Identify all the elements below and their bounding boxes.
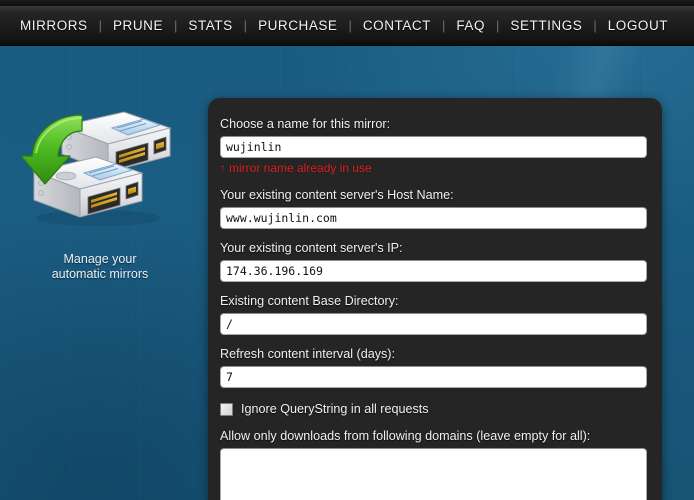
mirror-settings-panel: Choose a name for this mirror: ↑mirror n… xyxy=(208,98,662,500)
mirror-name-error: ↑ mirror name already in use xyxy=(220,161,640,176)
server-ip-input[interactable] xyxy=(220,260,647,282)
field-refresh-interval: Refresh content interval (days): xyxy=(220,346,647,388)
field-allowed-domains: Allow only downloads from following doma… xyxy=(220,428,647,500)
ignore-querystring-label: Ignore QueryString in all requests xyxy=(241,402,429,416)
base-directory-label: Existing content Base Directory: xyxy=(220,294,399,308)
sidebar-caption-line1: Manage your xyxy=(63,252,137,266)
nav-item-stats[interactable]: STATS xyxy=(178,18,242,33)
nav-item-faq[interactable]: FAQ xyxy=(446,18,495,33)
field-base-directory: Existing content Base Directory: xyxy=(220,293,647,335)
mirror-name-input[interactable] xyxy=(220,136,647,158)
base-directory-input[interactable] xyxy=(220,313,647,335)
mirror-name-error-text: mirror name already in use xyxy=(229,161,372,175)
allowed-domains-textarea[interactable] xyxy=(220,448,647,500)
mirror-name-label: Choose a name for this mirror: xyxy=(220,117,391,131)
nav-item-contact[interactable]: CONTACT xyxy=(353,18,441,33)
nav-item-logout[interactable]: LOGOUT xyxy=(598,18,678,33)
nav-item-settings[interactable]: SETTINGS xyxy=(500,18,592,33)
field-mirror-name: Choose a name for this mirror: ↑mirror n… xyxy=(220,116,647,176)
field-host-name: Your existing content server's Host Name… xyxy=(220,187,647,229)
refresh-interval-label: Refresh content interval (days): xyxy=(220,347,395,361)
nav-item-purchase[interactable]: PURCHASE xyxy=(248,18,347,33)
host-name-input[interactable] xyxy=(220,207,647,229)
allowed-domains-label: Allow only downloads from following doma… xyxy=(220,429,591,443)
page-root: MIRRORS | PRUNE | STATS | PURCHASE | CON… xyxy=(0,0,694,500)
main-navigation: MIRRORS | PRUNE | STATS | PURCHASE | CON… xyxy=(0,6,694,46)
sidebar: Manage your automatic mirrors xyxy=(0,100,200,282)
host-name-label: Your existing content server's Host Name… xyxy=(220,188,454,202)
up-arrow-icon: ↑ xyxy=(220,161,226,175)
sidebar-caption-line2: automatic mirrors xyxy=(51,267,149,281)
nav-item-mirrors[interactable]: MIRRORS xyxy=(10,18,98,33)
field-server-ip: Your existing content server's IP: xyxy=(220,240,647,282)
ignore-querystring-checkbox[interactable] xyxy=(220,402,233,416)
server-ip-label: Your existing content server's IP: xyxy=(220,241,403,255)
ignore-querystring-row[interactable]: Ignore QueryString in all requests xyxy=(220,402,640,416)
refresh-interval-input[interactable] xyxy=(220,366,647,388)
nav-item-prune[interactable]: PRUNE xyxy=(103,18,173,33)
mirror-servers-icon xyxy=(20,100,180,230)
sidebar-caption: Manage your automatic mirrors xyxy=(0,252,200,282)
